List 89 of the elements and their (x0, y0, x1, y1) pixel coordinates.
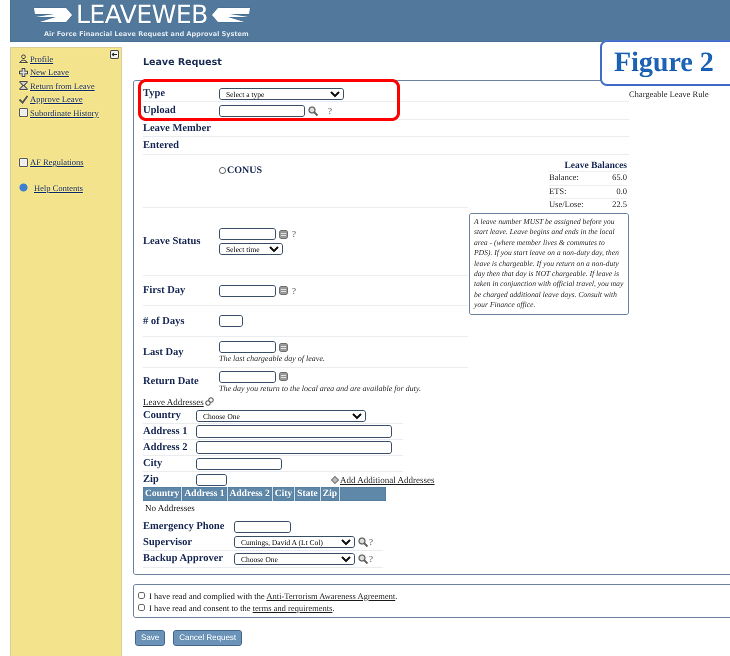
link-icon (204, 397, 214, 406)
field-label: Last Day (143, 346, 185, 358)
field-label: Entered (143, 140, 180, 151)
checkmark-icon (19, 94, 28, 104)
sidebar-link[interactable]: AF Regulations (30, 157, 84, 168)
field-label: Address 1 (143, 426, 188, 437)
balance-label: ETS: (549, 186, 566, 198)
field-label: City (143, 458, 164, 469)
plus-icon (331, 476, 339, 484)
help-mark[interactable]: ? (292, 286, 296, 296)
field-label: Zip (143, 474, 160, 485)
add-addresses-link[interactable]: Add Additional Addresses (340, 474, 434, 484)
balance-label: Use/Lose: (549, 199, 584, 211)
field-label: Supervisor (143, 536, 194, 548)
search-icon[interactable] (358, 554, 368, 564)
page-title: Leave Request (143, 57, 222, 70)
wing-icon (34, 7, 74, 23)
field-label: # of Days (143, 316, 186, 326)
table-header-cell: State (295, 487, 321, 501)
plus-icon (19, 68, 28, 77)
sidebar-link[interactable]: New Leave (30, 67, 69, 78)
table-header-cell: City (272, 487, 296, 501)
balances-title: Leave Balances (563, 161, 627, 171)
calendar-icon[interactable] (279, 372, 288, 381)
sidebar-link[interactable]: Subordinate History (30, 108, 99, 118)
search-icon[interactable] (308, 106, 318, 116)
person-icon (19, 54, 28, 64)
field-label: Country (143, 410, 182, 421)
sidebar-link[interactable]: Return from Leave (30, 80, 95, 91)
date-field[interactable] (219, 370, 276, 382)
help-mark[interactable]: ? (369, 554, 373, 564)
chargeable-rules-link[interactable]: Chargeable Leave Rule (629, 89, 709, 99)
field-label: Emergency Phone (143, 521, 226, 532)
help-icon (19, 183, 28, 192)
zip-field[interactable] (196, 474, 227, 486)
table-header-cell: Address 2 (228, 487, 273, 501)
field-label: Leave Member (143, 122, 212, 134)
calendar-icon[interactable] (279, 286, 288, 295)
field-label: Upload (143, 105, 177, 116)
balance-label: Balance: (549, 172, 579, 184)
radio-label: CONUS (227, 165, 262, 176)
field-hint: The last chargeable day of leave. (219, 354, 325, 363)
field-label: Backup Approver (143, 553, 224, 564)
date-field[interactable] (219, 284, 276, 296)
figure-label: Figure 2 (600, 40, 730, 86)
balance-value: 65.0 (612, 172, 627, 184)
agreement-link[interactable]: terms and requirements (252, 602, 332, 612)
upload-field[interactable] (219, 104, 305, 116)
calendar-icon[interactable] (279, 342, 288, 352)
location-radio[interactable] (219, 167, 226, 174)
document-icon (19, 108, 28, 118)
field-label: First Day (143, 285, 186, 296)
phone-field[interactable] (234, 520, 291, 533)
wing-icon (210, 7, 250, 23)
date-field[interactable] (219, 228, 276, 240)
search-icon[interactable] (358, 537, 368, 548)
field-label: Leave Status (143, 236, 202, 247)
field-label: Type (143, 88, 166, 99)
help-mark[interactable]: ? (369, 537, 373, 548)
field-label: Return Date (143, 376, 200, 387)
balance-value: 0.0 (616, 186, 627, 198)
field-hint: The day you return to the local area and are available for duty. (219, 384, 421, 392)
logo-text: LEAVEWEB (76, 0, 208, 30)
calendar-icon[interactable] (279, 230, 288, 238)
empty-table-text: No Addresses (144, 502, 196, 515)
help-mark[interactable]: ? (292, 229, 296, 239)
date-field[interactable] (219, 341, 276, 353)
hourglass-icon (19, 81, 28, 90)
address-field[interactable] (196, 425, 392, 438)
table-header-cell: Country (143, 487, 182, 501)
sidebar-link[interactable]: Approve Leave (30, 94, 83, 104)
agreement-text: I have read and complied with the Anti-Terrorism Awareness Agreement. (149, 590, 398, 600)
table-header-cell: Zip (320, 487, 340, 501)
leave-addresses-link[interactable]: Leave Addresses (143, 396, 204, 406)
balance-value: 22.5 (612, 199, 627, 211)
collapse-icon[interactable] (110, 50, 119, 59)
agreement-link[interactable]: Anti-Terrorism Awareness Agreement (266, 590, 396, 600)
table-header-cell: Address 1 (182, 487, 228, 501)
document-icon (19, 158, 28, 167)
address-field[interactable] (196, 441, 392, 454)
city-field[interactable] (196, 458, 282, 470)
agreement-checkbox[interactable] (138, 592, 145, 599)
field-label: Address 2 (143, 442, 188, 453)
sidebar-link[interactable]: Help Contents (34, 182, 83, 193)
agreement-text: I have read and consent to the terms and requirements. (149, 602, 335, 612)
days-field[interactable] (219, 315, 243, 327)
help-mark[interactable]: ? (328, 106, 332, 116)
agreement-checkbox[interactable] (138, 604, 145, 611)
sidebar-link[interactable]: Profile (30, 54, 54, 64)
